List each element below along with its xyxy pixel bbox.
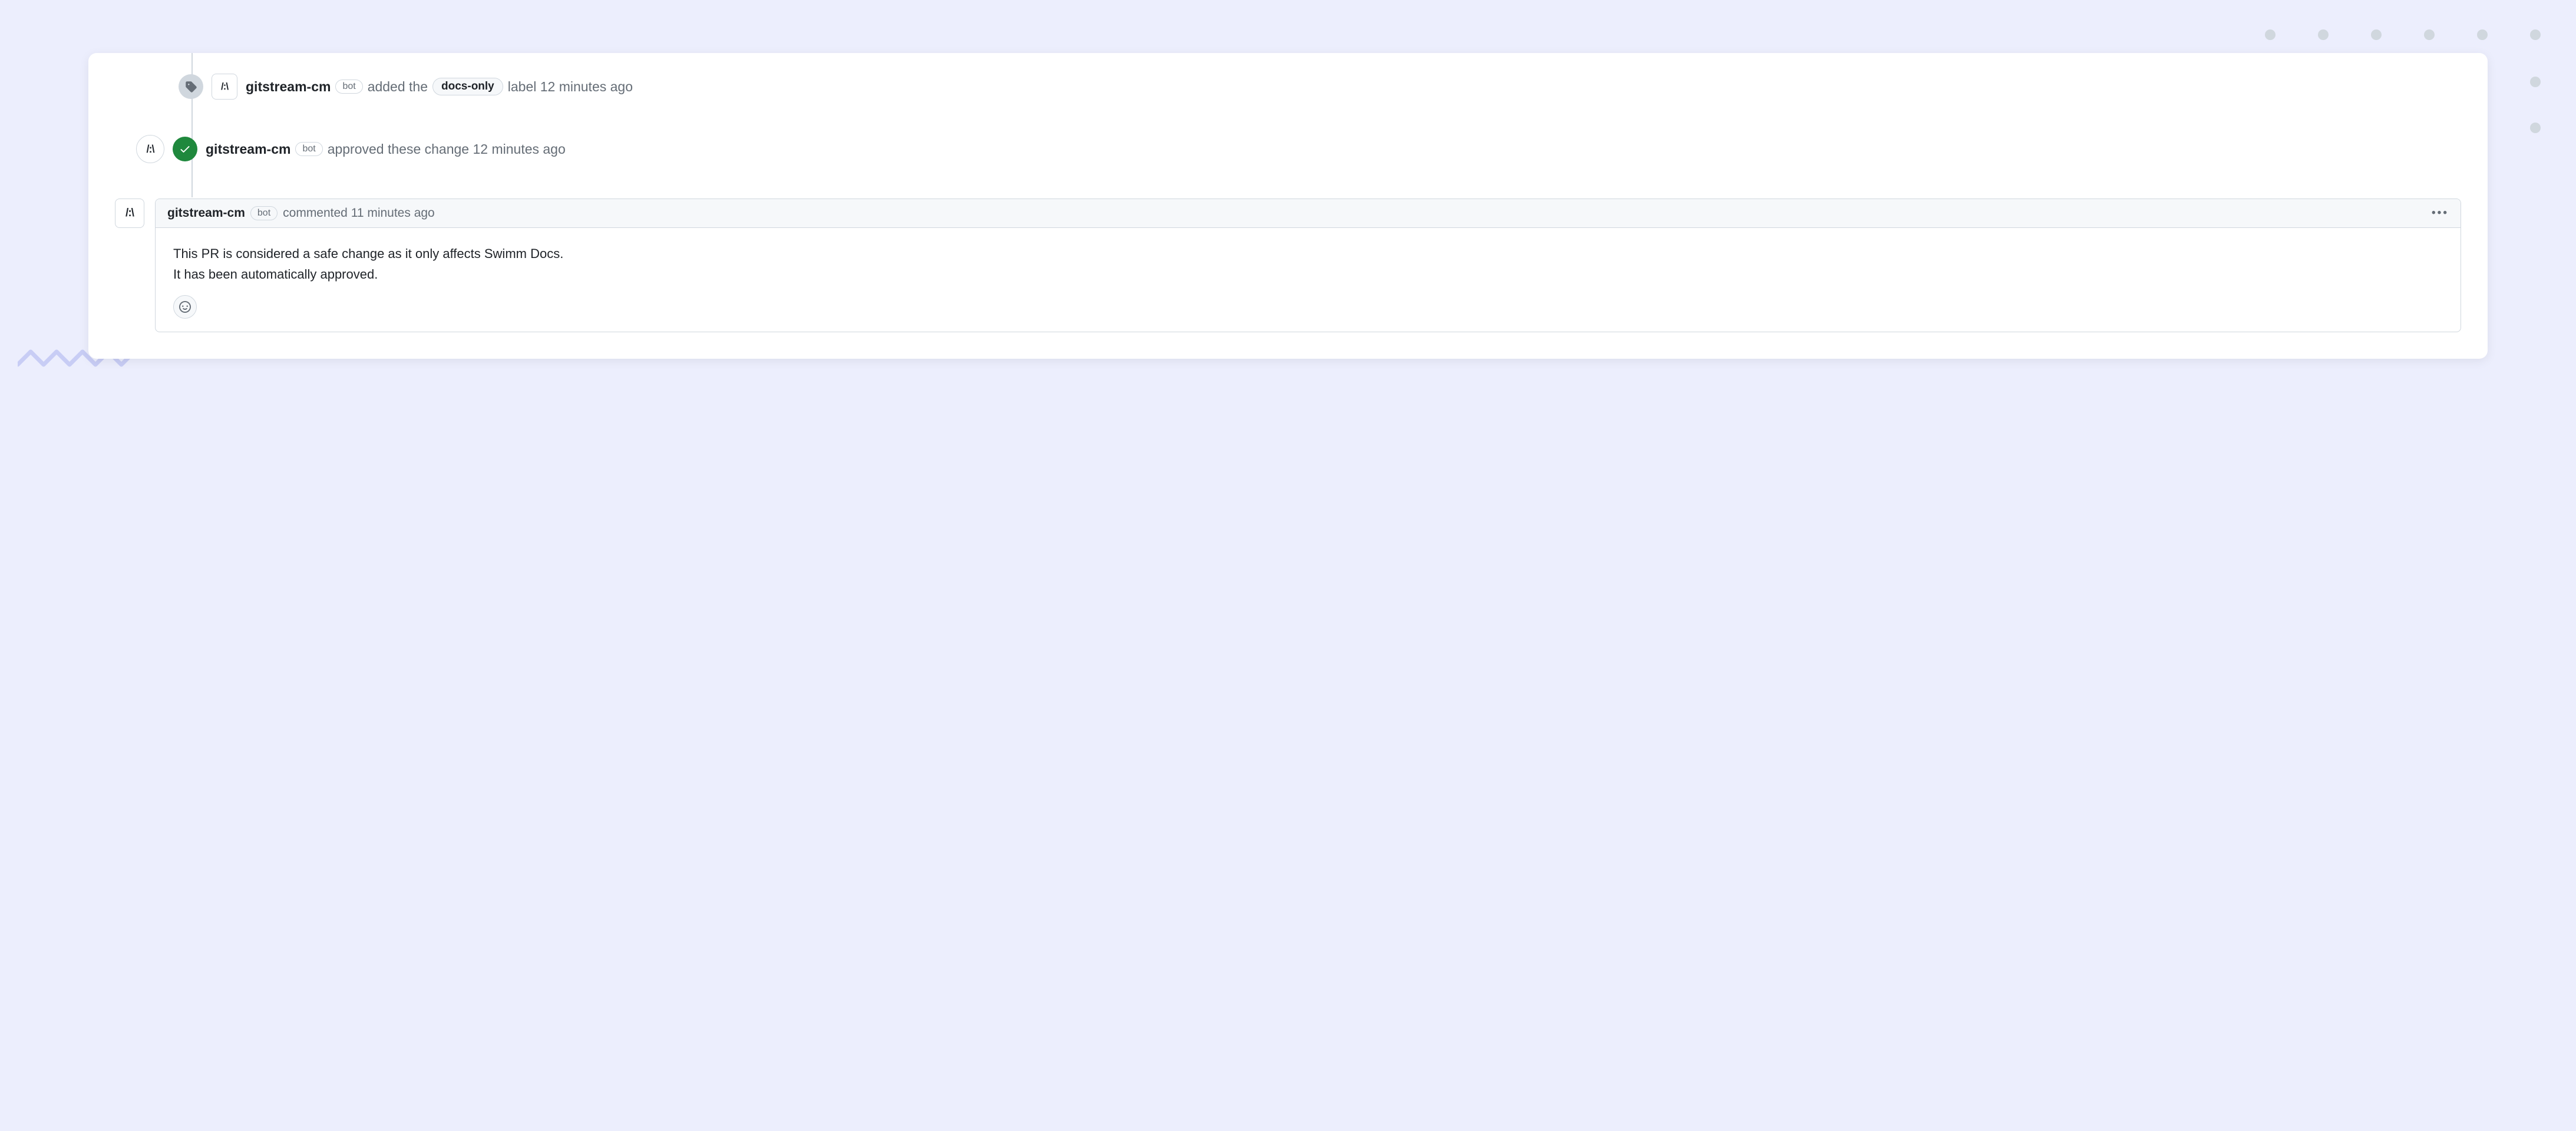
comment-line-2: It has been automatically approved.	[173, 264, 2443, 285]
comment-box: gitstream-cm bot commented 11 minutes ag…	[155, 199, 2461, 332]
bot-badge: bot	[335, 80, 362, 94]
decoration-dots-col	[2530, 77, 2541, 133]
label-docs-only[interactable]: docs-only	[432, 78, 503, 95]
actor-name[interactable]: gitstream-cm	[206, 141, 290, 157]
actor-avatar[interactable]: /:\	[212, 74, 237, 100]
add-reaction-button[interactable]	[173, 295, 197, 319]
comment-body: This PR is considered a safe change as i…	[156, 228, 2461, 332]
event-text-after: label 12 minutes ago	[508, 79, 633, 95]
actor-name[interactable]: gitstream-cm	[246, 79, 331, 95]
timeline-event-label-added: /:\ gitstream-cm bot added the docs-only…	[179, 74, 2461, 100]
actor-name[interactable]: gitstream-cm	[167, 206, 245, 220]
bot-badge: bot	[295, 142, 322, 156]
tag-icon	[179, 74, 203, 99]
comment-line-1: This PR is considered a safe change as i…	[173, 243, 2443, 264]
actor-avatar[interactable]: /:\	[115, 199, 144, 228]
comment-meta: commented 11 minutes ago	[283, 206, 435, 220]
smiley-icon	[179, 301, 191, 313]
event-text-before: added the	[368, 79, 428, 95]
event-text-body: approved these change 12 minutes ago	[328, 141, 566, 157]
timeline-comment: /:\ gitstream-cm bot commented 11 minute…	[115, 199, 2461, 332]
check-icon	[173, 137, 197, 161]
decoration-dots-row	[2265, 29, 2541, 40]
pr-timeline-card: /:\ gitstream-cm bot added the docs-only…	[88, 53, 2488, 359]
event-text: gitstream-cm bot approved these change 1…	[206, 141, 566, 157]
comment-actions-menu[interactable]: •••	[2432, 207, 2449, 220]
event-text: gitstream-cm bot added the docs-only lab…	[246, 78, 633, 95]
bot-badge: bot	[250, 206, 278, 220]
comment-header: gitstream-cm bot commented 11 minutes ag…	[156, 199, 2461, 228]
actor-avatar[interactable]: /:\	[136, 135, 164, 163]
timeline-event-approved: /:\ gitstream-cm bot approved these chan…	[136, 135, 2461, 163]
